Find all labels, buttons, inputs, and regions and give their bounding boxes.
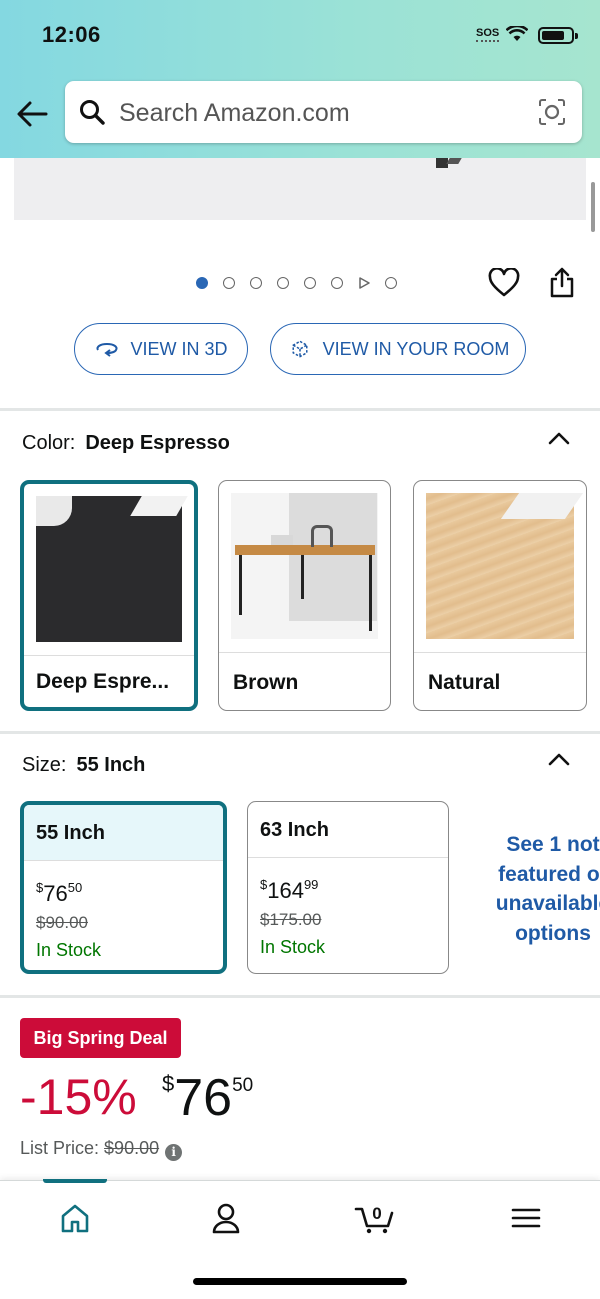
price-whole: 76 (43, 881, 68, 906)
swatch-label: Deep Espre... (36, 670, 170, 693)
carousel-dot[interactable] (385, 277, 397, 289)
see-unavailable-options-link[interactable]: See 1 not featured or unavailable option… (478, 830, 600, 948)
see-more-line: unavailable (495, 892, 600, 915)
swatch-divider (24, 655, 194, 656)
size-option-price: $16499 (260, 877, 318, 904)
rotate-3d-icon (97, 342, 118, 357)
price-cents: 99 (303, 877, 319, 892)
status-time: 12:06 (42, 22, 101, 47)
back-arrow-icon[interactable] (16, 100, 48, 128)
carousel-dot[interactable] (304, 277, 316, 289)
info-icon[interactable]: i (165, 1144, 183, 1161)
size-option-list-price: $175.00 (260, 910, 322, 929)
chevron-up-icon[interactable] (548, 752, 570, 766)
carousel-dot[interactable] (196, 277, 208, 289)
sos-indicator: SOS (476, 27, 500, 42)
view-in-3d-button[interactable]: VIEW IN 3D (74, 323, 248, 375)
discount-percent: -15% (20, 1069, 137, 1125)
size-option-price: $7650 (36, 880, 82, 907)
swatch-label: Natural (428, 671, 501, 694)
color-label-text: Color: (22, 432, 76, 454)
swatch-divider (414, 652, 586, 653)
camera-search-icon[interactable] (538, 98, 566, 126)
search-input[interactable]: Search Amazon.com (65, 81, 582, 143)
list-price: List Price: $90.00 i (20, 1138, 183, 1161)
size-option-name: 55 Inch (36, 822, 105, 844)
color-label: Color: Deep Espresso (22, 432, 230, 455)
natural-wood-thumbnail (426, 493, 584, 639)
cart-count: 0 (372, 1204, 381, 1223)
swatch-divider (219, 652, 390, 653)
list-price-label: List Price: (20, 1138, 100, 1158)
section-divider (0, 408, 600, 411)
size-option-stock: In Stock (260, 937, 326, 957)
color-option-natural[interactable]: Natural (413, 480, 587, 711)
deal-price: $7650 (162, 1068, 253, 1128)
size-option-list-price: $90.00 (36, 913, 88, 932)
deal-price-currency: $ (162, 1071, 175, 1096)
size-option-55-inch[interactable]: 55 Inch $7650 $90.00 In Stock (20, 801, 227, 974)
carousel-dot[interactable] (277, 277, 289, 289)
active-tab-indicator (43, 1179, 107, 1183)
size-label: Size: 55 Inch (22, 754, 145, 777)
search-icon (80, 100, 105, 125)
color-option-deep-espresso[interactable]: Deep Espre... (20, 480, 198, 711)
account-icon[interactable] (206, 1201, 246, 1235)
home-indicator (193, 1278, 407, 1285)
ar-cube-icon (292, 340, 308, 358)
wifi-icon (506, 26, 528, 41)
view-in-your-room-button[interactable]: VIEW IN YOUR ROOM (270, 323, 526, 375)
deal-badge: Big Spring Deal (20, 1018, 181, 1058)
search-placeholder: Search Amazon.com (119, 99, 350, 127)
color-option-brown[interactable]: Brown (218, 480, 391, 711)
chevron-up-icon[interactable] (548, 431, 570, 445)
section-divider (0, 995, 600, 998)
deal-price-whole: 76 (174, 1069, 233, 1127)
size-option-header: 55 Inch (24, 805, 223, 861)
deep-espresso-thumbnail (36, 496, 188, 642)
video-play-icon[interactable] (358, 277, 370, 289)
see-more-line: featured or (498, 862, 600, 886)
brown-desk-thumbnail (231, 493, 378, 639)
list-price-value: $90.00 (104, 1138, 160, 1158)
product-image[interactable] (14, 158, 586, 220)
view-in-3d-label: VIEW IN 3D (130, 338, 228, 359)
cart-icon[interactable]: 0 (354, 1201, 398, 1235)
view-in-your-room-label: VIEW IN YOUR ROOM (322, 338, 510, 359)
deal-price-cents: 50 (232, 1075, 254, 1096)
image-carousel-dots[interactable] (196, 277, 397, 289)
scrollbar[interactable] (591, 182, 595, 232)
see-more-line: options (515, 921, 591, 945)
price-cents: 50 (67, 880, 83, 895)
see-more-line: See 1 not (506, 833, 600, 856)
price-whole: 164 (267, 878, 304, 903)
battery-icon (538, 27, 578, 44)
home-icon[interactable] (55, 1201, 95, 1235)
carousel-dot[interactable] (223, 277, 235, 289)
swatch-label: Brown (233, 671, 299, 694)
share-icon[interactable] (548, 266, 576, 298)
section-divider (0, 731, 600, 734)
heart-icon[interactable] (488, 268, 520, 298)
size-option-stock: In Stock (36, 940, 102, 960)
carousel-dot[interactable] (250, 277, 262, 289)
size-option-name: 63 Inch (260, 819, 329, 841)
color-selected-value: Deep Espresso (85, 432, 230, 454)
carousel-dot[interactable] (331, 277, 343, 289)
size-option-header: 63 Inch (248, 802, 448, 858)
size-label-text: Size: (22, 754, 67, 776)
menu-icon[interactable] (506, 1201, 546, 1235)
size-selected-value: 55 Inch (76, 754, 146, 776)
see-more-options-clip: See 1 not featured or unavailable option… (449, 780, 600, 980)
size-option-63-inch[interactable]: 63 Inch $16499 $175.00 In Stock (247, 801, 449, 974)
header: 12:06 SOS Search Amazon.com (0, 0, 600, 158)
